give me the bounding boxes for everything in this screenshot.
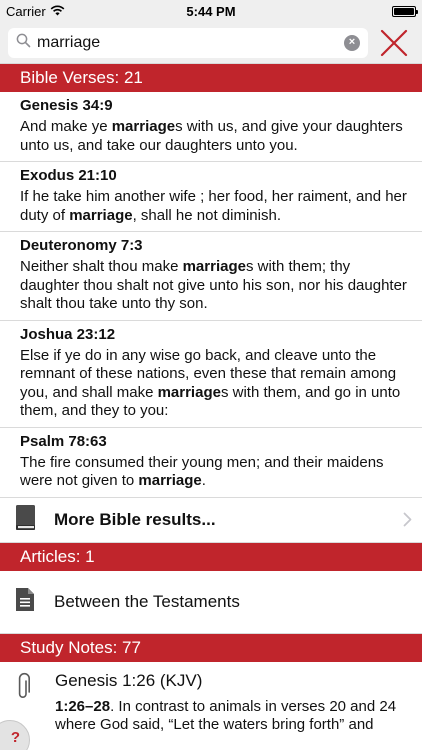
- verse-text: Else if ye do in any wise go back, and c…: [20, 347, 412, 421]
- verse-text-pre: Neither shalt thou make: [20, 258, 183, 275]
- verse-reference: Joshua 23:12: [20, 325, 116, 343]
- verse-highlight: marriage: [69, 206, 133, 224]
- battery-fill: [394, 7, 414, 15]
- status-left: Carrier: [6, 4, 65, 19]
- study-notes-header: Study Notes: 77: [0, 633, 422, 662]
- clear-search-button[interactable]: ×: [344, 34, 360, 51]
- verse-highlight: marriage: [138, 472, 202, 489]
- search-input[interactable]: [37, 33, 338, 52]
- verse-reference: Exodus 21:10: [20, 167, 117, 184]
- study-note-title: Genesis 1:26 (KJV): [55, 670, 203, 690]
- study-note-text: 1:26–28. In contrast to animals in verse…: [55, 698, 412, 735]
- verse-highlight: marriage: [111, 118, 176, 135]
- more-bible-results-label: More Bible results...: [54, 509, 216, 529]
- chevron-right-icon: [392, 512, 422, 527]
- document-icon: [16, 587, 34, 616]
- verse-text: And make ye marriages with us, and give …: [20, 118, 412, 155]
- verse-highlight: marriage: [182, 258, 246, 275]
- search-icon: [16, 33, 31, 53]
- more-bible-results-row[interactable]: More Bible results...: [0, 498, 422, 543]
- close-search-button[interactable]: [374, 22, 414, 64]
- verse-reference: Psalm 78:63: [20, 432, 107, 450]
- verse-text: If he take him another wife ; her food, …: [20, 188, 412, 225]
- book-icon: [16, 504, 36, 535]
- verse-item[interactable]: Exodus 21:10 If he take him another wife…: [0, 162, 422, 232]
- study-note-ref: 1:26–28: [55, 697, 111, 715]
- status-bar: Carrier 5:44 PM: [0, 0, 422, 22]
- verse-reference: Genesis 34:9: [20, 97, 113, 114]
- verse-item[interactable]: Deuteronomy 7:3 Neither shalt thou make …: [0, 232, 422, 321]
- study-note-item[interactable]: Genesis 1:26 (KJV) 1:26–28. In contrast …: [0, 662, 422, 735]
- close-x-icon: [380, 29, 408, 56]
- verse-text: Neither shalt thou make marriages with t…: [20, 258, 412, 314]
- search-bar: ×: [0, 22, 422, 64]
- verse-item[interactable]: Psalm 78:63 The fire consumed their youn…: [0, 428, 422, 498]
- articles-header: Articles: 1: [0, 542, 422, 571]
- verse-highlight: marriage: [157, 383, 221, 401]
- verse-text-pre: And make ye: [20, 118, 112, 135]
- verse-item[interactable]: Genesis 34:9 And make ye marriages with …: [0, 92, 422, 162]
- search-field[interactable]: ×: [8, 27, 368, 58]
- article-item[interactable]: Between the Testaments: [0, 571, 422, 634]
- wifi-icon: [50, 4, 65, 19]
- verse-reference: Deuteronomy 7:3: [20, 237, 143, 254]
- carrier-label: Carrier: [6, 3, 46, 19]
- study-note-body: Genesis 1:26 (KJV) 1:26–28. In contrast …: [55, 670, 412, 735]
- verse-list: Genesis 34:9 And make ye marriages with …: [0, 92, 422, 498]
- verse-text: The fire consumed their young men; and t…: [20, 454, 412, 491]
- verse-text-post: , shall he not diminish.: [132, 206, 281, 224]
- article-title: Between the Testaments: [54, 591, 240, 611]
- bible-verses-header: Bible Verses: 21: [0, 64, 422, 92]
- battery-icon: [392, 5, 418, 17]
- verse-text-post: .: [201, 472, 206, 489]
- verse-item[interactable]: Joshua 23:12 Else if ye do in any wise g…: [0, 321, 422, 428]
